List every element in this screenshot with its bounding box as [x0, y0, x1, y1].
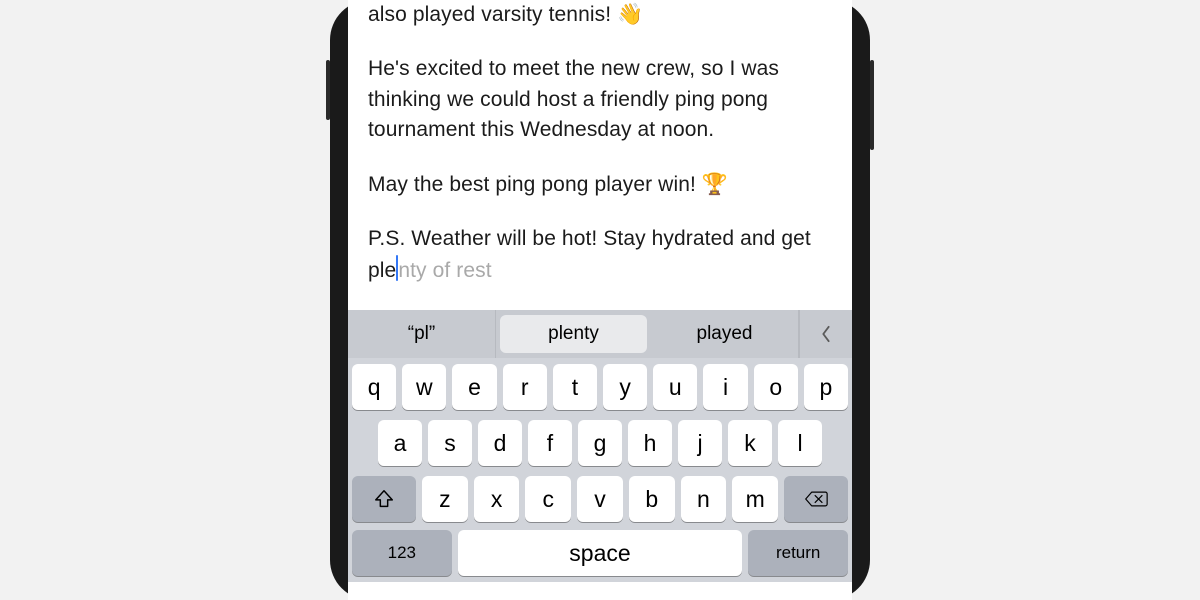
key-t[interactable]: t [553, 364, 597, 410]
key-v[interactable]: v [577, 476, 623, 522]
body-paragraph-3: May the best ping pong player win! [368, 173, 702, 196]
shift-icon [373, 488, 395, 510]
key-m[interactable]: m [732, 476, 778, 522]
keyboard-row-1: q w e r t y u i o p [348, 358, 852, 414]
phone-frame: also played varsity tennis! 👋 He's excit… [330, 0, 870, 600]
keyboard-row-2: a s d f g h j k l [348, 414, 852, 470]
key-q[interactable]: q [352, 364, 396, 410]
key-j[interactable]: j [678, 420, 722, 466]
body-paragraph-2: He's excited to meet the new crew, so I … [368, 57, 779, 141]
key-s[interactable]: s [428, 420, 472, 466]
body-line-1: also played varsity tennis! [368, 3, 617, 26]
predictive-collapse-button[interactable] [799, 310, 852, 358]
trophy-emoji: 🏆 [702, 170, 728, 200]
key-shift[interactable] [352, 476, 416, 522]
phone-side-button-right [870, 60, 874, 150]
key-f[interactable]: f [528, 420, 572, 466]
key-numbers[interactable]: 123 [352, 530, 452, 576]
predictive-bar: “pl” plenty played [348, 310, 852, 358]
key-h[interactable]: h [628, 420, 672, 466]
key-e[interactable]: e [452, 364, 496, 410]
chevron-left-icon [819, 325, 833, 343]
key-p[interactable]: p [804, 364, 848, 410]
key-y[interactable]: y [603, 364, 647, 410]
key-k[interactable]: k [728, 420, 772, 466]
predictive-suggestion-primary[interactable]: plenty [500, 315, 647, 353]
key-c[interactable]: c [525, 476, 571, 522]
key-o[interactable]: o [754, 364, 798, 410]
key-a[interactable]: a [378, 420, 422, 466]
predictive-suggestion-secondary[interactable]: played [651, 310, 799, 358]
key-b[interactable]: b [629, 476, 675, 522]
wave-emoji: 👋 [617, 0, 643, 30]
key-g[interactable]: g [578, 420, 622, 466]
key-d[interactable]: d [478, 420, 522, 466]
key-l[interactable]: l [778, 420, 822, 466]
keyboard-row-3: z x c v b n m [348, 470, 852, 526]
key-n[interactable]: n [681, 476, 727, 522]
predictive-suggestion-literal[interactable]: “pl” [348, 310, 496, 358]
phone-screen: also played varsity tennis! 👋 He's excit… [348, 0, 852, 600]
key-i[interactable]: i [703, 364, 747, 410]
message-compose-body[interactable]: also played varsity tennis! 👋 He's excit… [348, 0, 852, 310]
key-backspace[interactable] [784, 476, 848, 522]
key-r[interactable]: r [503, 364, 547, 410]
key-return[interactable]: return [748, 530, 848, 576]
keyboard-row-4: 123 space return [348, 526, 852, 582]
backspace-icon [804, 489, 828, 509]
key-space[interactable]: space [458, 530, 743, 576]
phone-side-button-left [326, 60, 330, 120]
key-u[interactable]: u [653, 364, 697, 410]
predictive-completion-inline: nty of rest [398, 259, 491, 282]
keyboard: “pl” plenty played q w e r t y u i o [348, 310, 852, 582]
key-w[interactable]: w [402, 364, 446, 410]
key-z[interactable]: z [422, 476, 468, 522]
key-x[interactable]: x [474, 476, 520, 522]
